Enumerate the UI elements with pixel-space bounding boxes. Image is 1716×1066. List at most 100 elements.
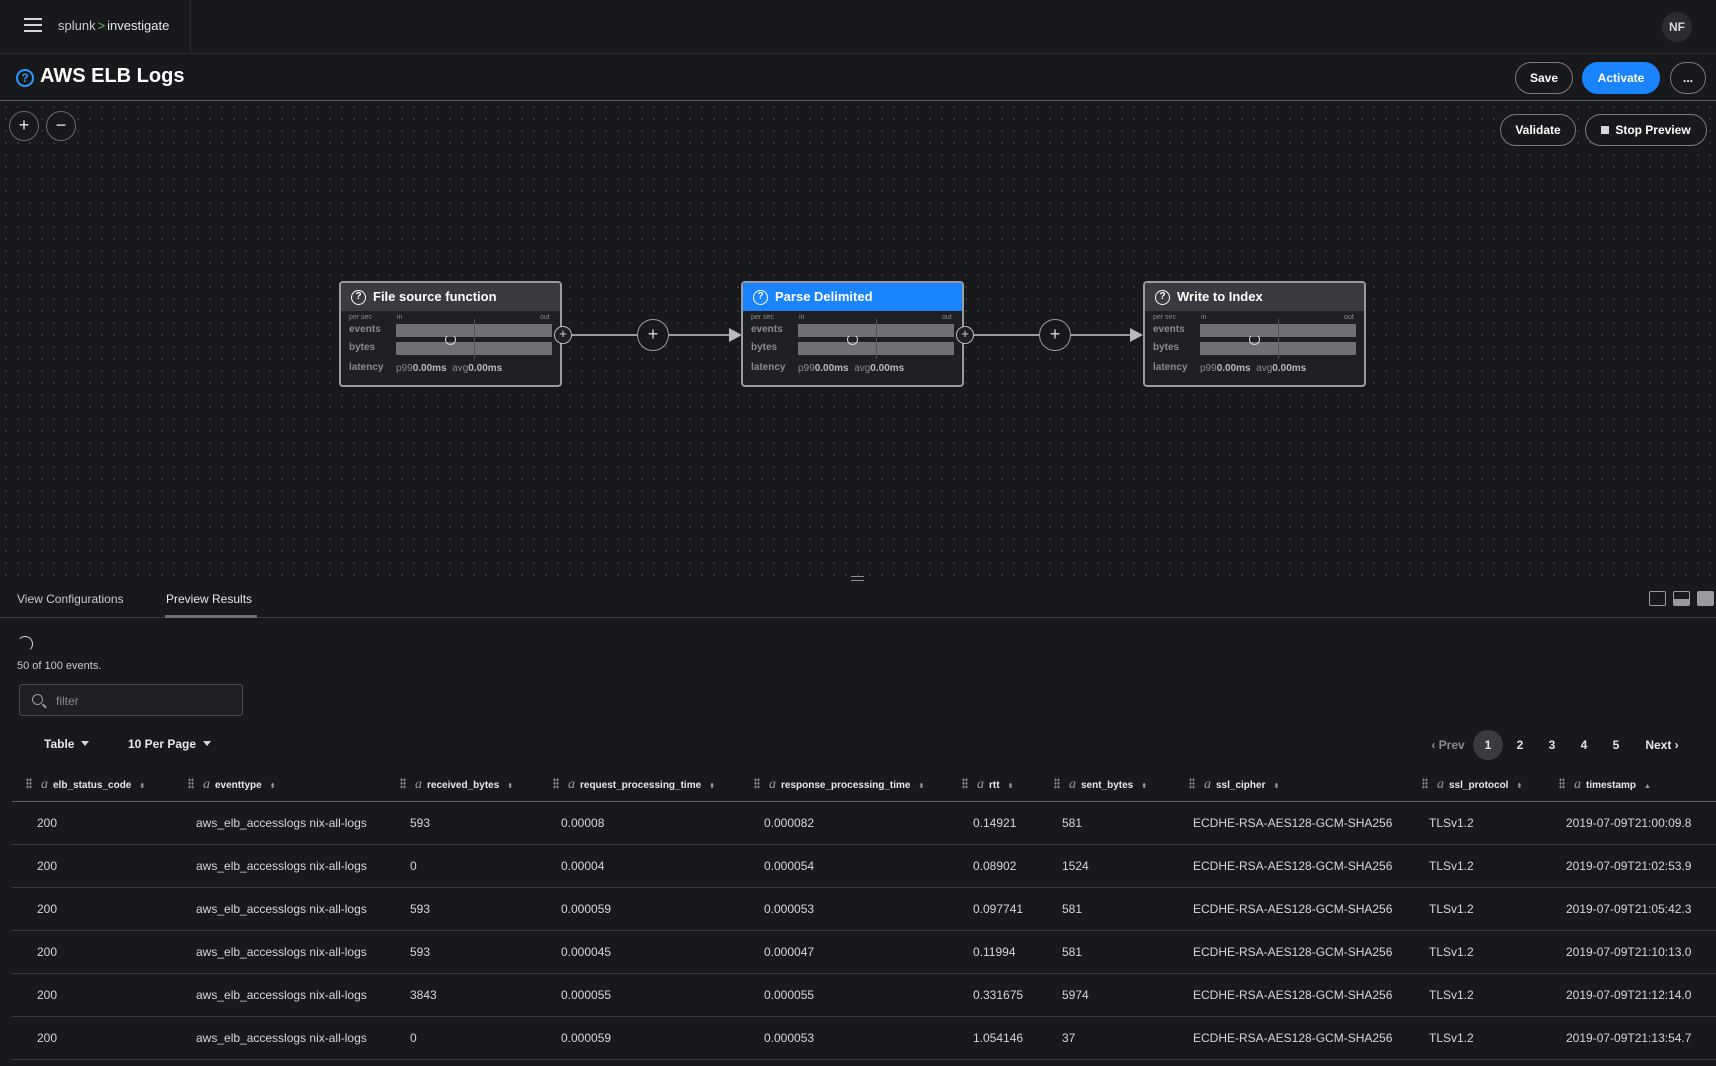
function-node-parse-delimited[interactable]: ? Parse Delimited per sec in out events b… xyxy=(741,281,964,387)
column-label: response_processing_time xyxy=(781,780,911,791)
menu-icon[interactable] xyxy=(24,18,42,32)
table-header: a elb_status_code ⬍ a eventtype ⬍ a received_by… xyxy=(12,767,1716,802)
column-header-timestamp[interactable]: a timestamp ▲ xyxy=(1559,767,1651,802)
drag-handle-icon[interactable] xyxy=(962,778,968,789)
cell-ssl-protocol: TLSv1.2 xyxy=(1429,988,1474,1002)
layout-split-icon[interactable] xyxy=(1673,591,1690,606)
tab-preview-results[interactable]: Preview Results xyxy=(166,592,252,606)
table-row[interactable]: 200 aws_elb_accesslogs nix-all-logs 593 0.0… xyxy=(12,931,1716,974)
sort-icon[interactable]: ⬍ xyxy=(709,769,715,804)
function-node-file-source[interactable]: ? File source function per sec in out eve… xyxy=(339,281,562,387)
output-port-icon[interactable]: + xyxy=(554,326,572,344)
table-row[interactable]: 200 aws_elb_accesslogs nix-all-logs 593 0.0… xyxy=(12,802,1716,845)
drag-handle-icon[interactable] xyxy=(1422,778,1428,789)
save-button[interactable]: Save xyxy=(1515,62,1573,94)
page-5-button[interactable]: 5 xyxy=(1601,730,1631,760)
more-options-button[interactable]: ... xyxy=(1670,62,1706,94)
sort-icon[interactable]: ⬍ xyxy=(1141,769,1147,804)
pipeline-canvas[interactable]: + − Validate Stop Preview + + ? File sour… xyxy=(0,101,1716,583)
latency-label: latency xyxy=(1153,362,1188,373)
cell-elb-status-code: 200 xyxy=(37,902,58,916)
sort-icon[interactable]: ⬍ xyxy=(139,769,145,804)
drag-handle-icon[interactable] xyxy=(188,778,194,789)
page-2-button[interactable]: 2 xyxy=(1505,730,1535,760)
drag-handle-icon[interactable] xyxy=(553,778,559,789)
add-function-button[interactable]: + xyxy=(637,319,669,351)
per-page-dropdown[interactable]: 10 Per Page xyxy=(128,737,212,751)
sort-icon[interactable]: ⬍ xyxy=(919,769,925,804)
sort-icon[interactable]: ⬍ xyxy=(507,769,513,804)
cell-request-processing-time: 0.000055 xyxy=(561,988,612,1002)
brand-name: splunk xyxy=(58,18,96,33)
table-row[interactable]: 200 aws_elb_accesslogs nix-all-logs 0 0.000… xyxy=(12,845,1716,888)
avg-label: avg xyxy=(452,363,469,374)
cell-sent-bytes: 5974 xyxy=(1062,988,1089,1002)
drag-handle-icon[interactable] xyxy=(400,778,406,789)
table-row[interactable]: 200 aws_elb_accesslogs nix-all-logs 0 0.000… xyxy=(12,1017,1716,1060)
cell-sent-bytes: 37 xyxy=(1062,1031,1076,1045)
drag-handle-icon[interactable] xyxy=(1054,778,1060,789)
cell-ssl-protocol: TLSv1.2 xyxy=(1429,1031,1474,1045)
column-header-response-processing-time[interactable]: a response_processing_time ⬍ xyxy=(754,767,924,802)
next-page-button[interactable]: Next › xyxy=(1640,730,1684,760)
sort-icon[interactable]: ⬍ xyxy=(1273,769,1279,804)
app-name: investigate xyxy=(107,18,170,33)
table-row[interactable]: 200 aws_elb_accesslogs nix-all-logs 593 0.0… xyxy=(12,888,1716,931)
in-label: in xyxy=(1201,314,1207,321)
layout-expanded-icon[interactable] xyxy=(1697,591,1714,606)
zoom-out-button[interactable]: − xyxy=(46,111,76,141)
column-header-rtt[interactable]: a rtt ⬍ xyxy=(962,767,1013,802)
column-header-request-processing-time[interactable]: a request_processing_time ⬍ xyxy=(553,767,715,802)
filter-field[interactable] xyxy=(19,684,243,716)
drag-handle-icon[interactable] xyxy=(1559,778,1565,789)
cell-ssl-protocol: TLSv1.2 xyxy=(1429,902,1474,916)
cell-ssl-cipher: ECDHE-RSA-AES128-GCM-SHA256 xyxy=(1193,816,1393,830)
add-function-button[interactable]: + xyxy=(1039,319,1071,351)
column-header-eventtype[interactable]: a eventtype ⬍ xyxy=(188,767,276,802)
function-node-write-to-index[interactable]: ? Write to Index per sec in out events by… xyxy=(1143,281,1366,387)
pipeline-header: ? AWS ELB Logs Save Activate ... xyxy=(0,54,1716,101)
sort-icon[interactable]: ⬍ xyxy=(270,769,276,804)
page-4-button[interactable]: 4 xyxy=(1569,730,1599,760)
loading-spinner-icon xyxy=(847,334,858,345)
view-mode-dropdown[interactable]: Table xyxy=(44,737,90,751)
cell-received-bytes: 593 xyxy=(410,902,431,916)
help-icon[interactable]: ? xyxy=(351,290,366,305)
activate-button[interactable]: Activate xyxy=(1582,62,1660,94)
drag-handle-icon[interactable] xyxy=(26,778,32,789)
column-header-elb-status-code[interactable]: a elb_status_code ⬍ xyxy=(26,767,145,802)
user-avatar[interactable]: NF xyxy=(1662,12,1692,42)
string-type-icon: a xyxy=(1574,777,1581,792)
page-3-button[interactable]: 3 xyxy=(1537,730,1567,760)
sort-icon[interactable]: ⬍ xyxy=(1516,769,1522,804)
column-header-received-bytes[interactable]: a received_bytes ⬍ xyxy=(400,767,513,802)
column-header-ssl-cipher[interactable]: a ssl_cipher ⬍ xyxy=(1189,767,1279,802)
stop-preview-button[interactable]: Stop Preview xyxy=(1585,114,1707,146)
drag-handle-icon[interactable] xyxy=(754,778,760,789)
validate-button[interactable]: Validate xyxy=(1500,114,1576,146)
cell-ssl-cipher: ECDHE-RSA-AES128-GCM-SHA256 xyxy=(1193,902,1393,916)
table-row[interactable]: 200 aws_elb_accesslogs nix-all-logs 3843 0.… xyxy=(12,974,1716,1017)
column-header-sent-bytes[interactable]: a sent_bytes ⬍ xyxy=(1054,767,1147,802)
layout-collapsed-icon[interactable] xyxy=(1649,591,1666,606)
drag-handle-icon[interactable] xyxy=(1189,778,1195,789)
help-icon[interactable]: ? xyxy=(16,69,34,87)
zoom-in-button[interactable]: + xyxy=(9,111,39,141)
tab-view-configurations[interactable]: View Configurations xyxy=(17,592,124,606)
page-1-button[interactable]: 1 xyxy=(1473,730,1503,760)
output-port-icon[interactable]: + xyxy=(956,326,974,344)
node-title: File source function xyxy=(373,289,497,304)
help-icon[interactable]: ? xyxy=(753,290,768,305)
cell-request-processing-time: 0.00008 xyxy=(561,816,605,830)
column-header-ssl-protocol[interactable]: a ssl_protocol ⬍ xyxy=(1422,767,1522,802)
node-header: ? Write to Index xyxy=(1145,283,1364,311)
filter-input[interactable] xyxy=(56,692,236,710)
sort-icon[interactable]: ⬍ xyxy=(1008,769,1014,804)
cell-response-processing-time: 0.000053 xyxy=(764,1031,815,1045)
panel-resize-handle[interactable] xyxy=(851,576,864,581)
sort-icon[interactable]: ▲ xyxy=(1644,769,1651,804)
help-icon[interactable]: ? xyxy=(1155,290,1170,305)
view-mode-value: Table xyxy=(44,737,75,751)
app-brand[interactable]: splunk > investigate xyxy=(58,18,169,33)
prev-page-button[interactable]: ‹ Prev xyxy=(1428,730,1468,760)
